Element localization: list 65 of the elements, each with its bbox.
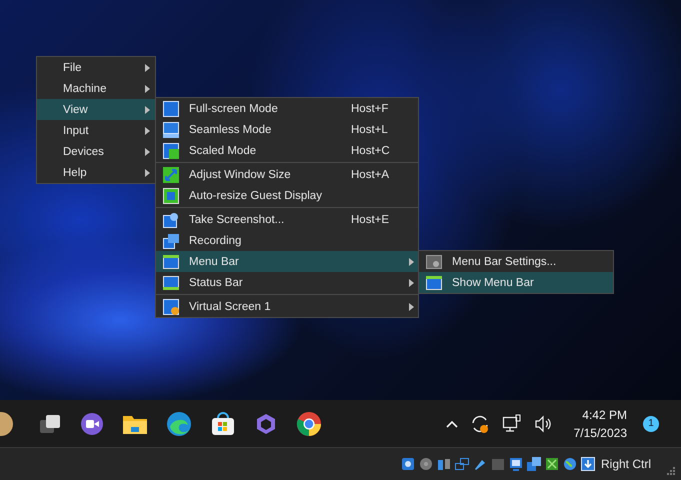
avatar-icon[interactable]: [0, 410, 14, 436]
host-key-label: Right Ctrl: [600, 457, 651, 471]
sync-icon[interactable]: [470, 414, 490, 434]
shortcut-label: Host+E: [351, 214, 390, 226]
chip-icon[interactable]: [544, 457, 559, 471]
network-monitor-icon[interactable]: [502, 414, 522, 434]
audio-icon[interactable]: [436, 457, 451, 471]
seamless-icon: [163, 122, 179, 138]
usb-stick-icon[interactable]: [472, 457, 487, 471]
menu-item[interactable]: Show Menu Bar: [419, 272, 613, 293]
network-windows-icon[interactable]: [454, 457, 469, 471]
hexagon-logo-icon[interactable]: [254, 412, 278, 436]
notification-badge[interactable]: 1: [643, 416, 659, 432]
shortcut-label: Host+F: [351, 102, 390, 114]
resize-grip-icon[interactable]: [665, 467, 675, 477]
monitor-icon[interactable]: [508, 457, 523, 471]
chevron-up-icon[interactable]: [446, 420, 458, 428]
submenu-arrow-icon: [145, 168, 150, 176]
statusbar-icon: [163, 274, 179, 290]
scaled-icon: [163, 142, 179, 158]
menu-item[interactable]: Menu Bar: [156, 251, 418, 272]
menu-item[interactable]: Input: [37, 120, 155, 141]
menu-item[interactable]: Devices: [37, 141, 155, 162]
windows-icon[interactable]: [526, 457, 541, 471]
menu-item[interactable]: Recording: [156, 230, 418, 251]
menu-item[interactable]: Scaled Mode Host+C: [156, 140, 418, 161]
menubar-icon: [426, 274, 442, 290]
screen-icon: [163, 298, 179, 314]
submenu-arrow-icon: [145, 84, 150, 92]
menu-item[interactable]: View: [37, 99, 155, 120]
submenu-arrow-icon: [409, 278, 414, 286]
menubar-icon: [163, 254, 179, 270]
autoresize-icon: [163, 188, 179, 204]
clock[interactable]: 4:42 PM 7/15/2023: [574, 406, 627, 442]
menu-item[interactable]: Virtual Screen 1: [156, 296, 418, 317]
menu-item[interactable]: Menu Bar Settings...: [419, 251, 613, 272]
submenu-arrow-icon: [409, 258, 414, 266]
chrome-icon[interactable]: [296, 410, 322, 436]
submenu-arrow-icon: [145, 126, 150, 134]
menu-item[interactable]: Status Bar: [156, 272, 418, 293]
menu-item[interactable]: Help: [37, 162, 155, 183]
menu-item[interactable]: File: [37, 57, 155, 78]
menu-item[interactable]: Adjust Window Size Host+A: [156, 164, 418, 185]
recording-icon: [163, 232, 179, 248]
fullscreen-icon: [163, 100, 179, 116]
browser-swirl-icon[interactable]: [166, 410, 192, 436]
shortcut-label: Host+A: [351, 168, 390, 180]
submenu-arrow-icon: [409, 302, 414, 310]
submenu-arrow-icon: [145, 64, 150, 72]
video-call-icon[interactable]: [80, 412, 104, 436]
store-bag-icon[interactable]: [210, 410, 236, 436]
menu-item[interactable]: Machine: [37, 78, 155, 99]
adjust-icon: [163, 166, 179, 182]
shortcut-label: Host+C: [351, 144, 391, 156]
submenu-arrow-icon: [145, 148, 150, 156]
shortcut-label: Host+L: [351, 124, 389, 136]
window-gear-icon: [426, 254, 442, 270]
submenu-arrow-icon: [145, 106, 150, 114]
menu-item[interactable]: Take Screenshot... Host+E: [156, 209, 418, 230]
menu-item[interactable]: Seamless Mode Host+L: [156, 119, 418, 140]
screenshot-icon: [163, 212, 179, 228]
menu-item[interactable]: Full-screen Mode Host+F: [156, 98, 418, 119]
globe-icon[interactable]: [562, 457, 577, 471]
disc-icon[interactable]: [418, 457, 433, 471]
menu-item[interactable]: Auto-resize Guest Display: [156, 185, 418, 206]
